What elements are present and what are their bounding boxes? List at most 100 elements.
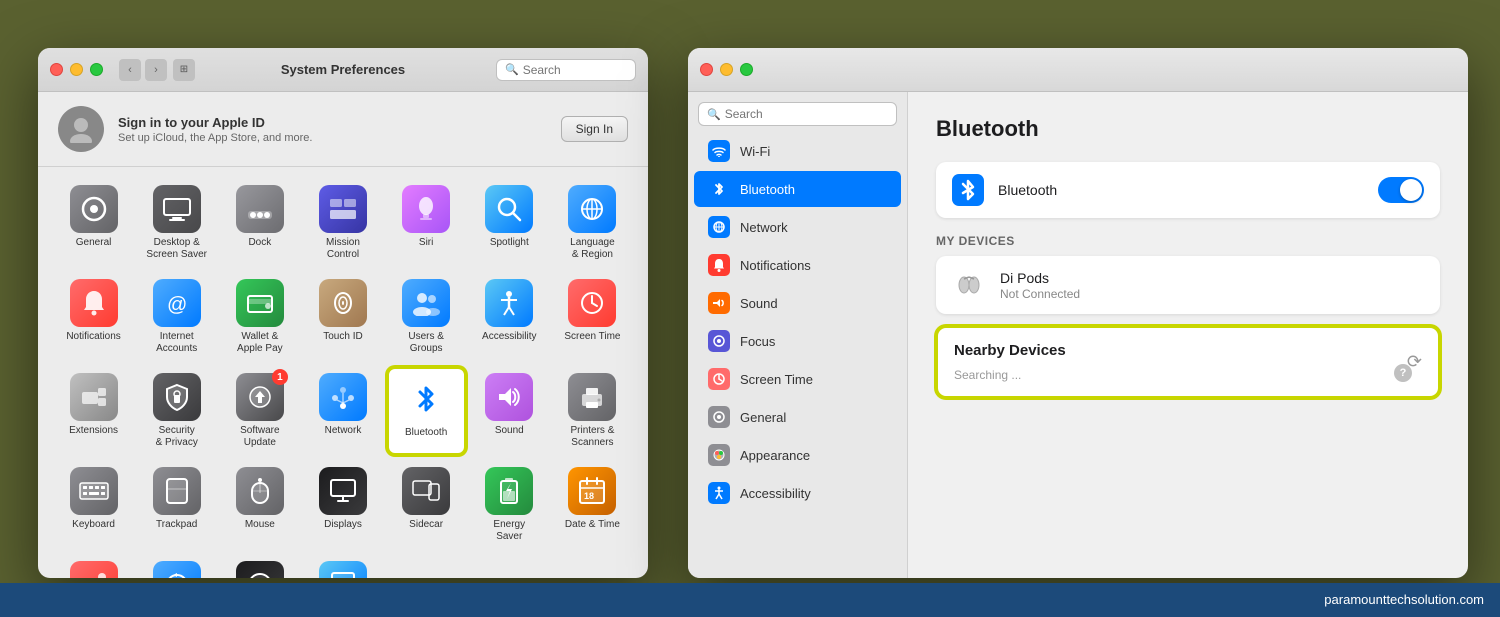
sidebar-item-screentime[interactable]: Screen Time (694, 361, 901, 397)
device-dipods-name: Di Pods (1000, 270, 1424, 286)
sidebar-bluetooth-label: Bluetooth (740, 182, 795, 197)
icon-energy[interactable]: EnergySaver (470, 461, 549, 549)
icon-bluetooth[interactable]: Bluetooth (387, 367, 466, 455)
sidebar-item-wifi[interactable]: Wi-Fi (694, 133, 901, 169)
maximize-button[interactable] (90, 63, 103, 76)
timemachine-icon-img (153, 561, 201, 578)
bt-main-title: Bluetooth (936, 116, 1440, 142)
access-label: Accessibility (482, 331, 536, 343)
icon-spotlight[interactable]: Spotlight (470, 179, 549, 267)
bluetooth-toggle[interactable] (1378, 177, 1424, 203)
icon-ext[interactable]: Extensions (54, 367, 133, 455)
signin-button[interactable]: Sign In (561, 116, 628, 142)
minimize-button[interactable] (70, 63, 83, 76)
icon-access[interactable]: Accessibility (470, 273, 549, 361)
icon-profiles[interactable]: Profiles (303, 555, 382, 578)
icon-mission[interactable]: MissionControl (303, 179, 382, 267)
icon-general[interactable]: General (54, 179, 133, 267)
device-row-dipods: Di Pods Not Connected (936, 256, 1440, 314)
bluetooth-icon-img (402, 375, 450, 423)
spotlight-icon-img (485, 185, 533, 233)
grid-view-button[interactable]: ⊞ (173, 59, 195, 81)
sound-icon-img (485, 373, 533, 421)
icon-startup[interactable]: StartupDisk (220, 555, 299, 578)
sidebar-item-appearance[interactable]: Appearance (694, 437, 901, 473)
signin-subtitle: Set up iCloud, the App Store, and more. (118, 132, 561, 144)
spotlight-label: Spotlight (490, 237, 529, 249)
sidebar-item-sound[interactable]: Sound (694, 285, 901, 321)
bt-minimize-button[interactable] (720, 63, 733, 76)
bt-titlebar (688, 48, 1468, 92)
sidebar-item-focus[interactable]: Focus (694, 323, 901, 359)
bt-search-input[interactable] (725, 107, 888, 121)
icon-language[interactable]: Language& Region (553, 179, 632, 267)
bt-toggle-row: Bluetooth (936, 162, 1440, 218)
forward-button[interactable]: › (145, 59, 167, 81)
bt-maximize-button[interactable] (740, 63, 753, 76)
network2-icon-img (319, 373, 367, 421)
system-preferences-window: ‹ › ⊞ System Preferences 🔍 Sign in to yo… (38, 48, 648, 578)
icon-screentime[interactable]: Screen Time (553, 273, 632, 361)
icon-notif[interactable]: Notifications (54, 273, 133, 361)
icon-wallet[interactable]: Wallet &Apple Pay (220, 273, 299, 361)
icon-trackpad[interactable]: Trackpad (137, 461, 216, 549)
icon-softupdate[interactable]: 1 SoftwareUpdate (220, 367, 299, 455)
icon-security[interactable]: Security& Privacy (137, 367, 216, 455)
bt-traffic-lights (700, 63, 753, 76)
sidebar-item-notifications[interactable]: Notifications (694, 247, 901, 283)
icon-network2[interactable]: Network (303, 367, 382, 455)
icon-displays[interactable]: Displays (303, 461, 382, 549)
general-sidebar-icon (708, 406, 730, 428)
icon-sharing[interactable]: Sharing (54, 555, 133, 578)
watermark-bar: paramounttechsolution.com (0, 583, 1500, 617)
printers-label: Printers &Scanners (570, 425, 614, 449)
sidebar-item-network[interactable]: Network (694, 209, 901, 245)
sidebar-wifi-label: Wi-Fi (740, 144, 770, 159)
icon-mouse[interactable]: Mouse (220, 461, 299, 549)
titlebar: ‹ › ⊞ System Preferences 🔍 (38, 48, 648, 92)
desktop-label: Desktop &Screen Saver (146, 237, 207, 261)
users-icon-img (402, 279, 450, 327)
icon-keyboard[interactable]: Keyboard (54, 461, 133, 549)
bt-sidebar-icon (708, 178, 730, 200)
icon-printers[interactable]: Printers &Scanners (553, 367, 632, 455)
internet-label: InternetAccounts (156, 331, 197, 355)
sidebar-item-accessibility[interactable]: Accessibility (694, 475, 901, 511)
sound-sidebar-icon (708, 292, 730, 314)
nearby-devices-title: Nearby Devices (954, 342, 1066, 359)
icon-sound[interactable]: Sound (470, 367, 549, 455)
icon-dock[interactable]: Dock (220, 179, 299, 267)
back-button[interactable]: ‹ (119, 59, 141, 81)
internet-icon-img: @ (153, 279, 201, 327)
trackpad-label: Trackpad (156, 519, 197, 531)
datetime-label: Date & Time (565, 519, 620, 531)
icon-desktop[interactable]: Desktop &Screen Saver (137, 179, 216, 267)
touch-icon-img (319, 279, 367, 327)
keyboard-label: Keyboard (72, 519, 115, 531)
icon-users[interactable]: Users &Groups (387, 273, 466, 361)
screentime-icon-img (568, 279, 616, 327)
bt-close-button[interactable] (700, 63, 713, 76)
mission-icon-img (319, 185, 367, 233)
sidebar-item-general[interactable]: General (694, 399, 901, 435)
ext-icon-img (70, 373, 118, 421)
icon-sidecar[interactable]: Sidecar (387, 461, 466, 549)
icon-internet[interactable]: @ InternetAccounts (137, 273, 216, 361)
icon-timemachine[interactable]: TimeMachine (137, 555, 216, 578)
help-button[interactable]: ? (1394, 364, 1412, 382)
language-icon-img (568, 185, 616, 233)
mission-label: MissionControl (326, 237, 360, 261)
search-input[interactable] (523, 63, 627, 77)
icon-touch[interactable]: Touch ID (303, 273, 382, 361)
icon-siri[interactable]: Siri (387, 179, 466, 267)
icon-datetime[interactable]: 18 Date & Time (553, 461, 632, 549)
search-bar[interactable]: 🔍 (496, 59, 636, 81)
wifi-icon (708, 140, 730, 162)
bt-search-container[interactable]: 🔍 (698, 102, 897, 126)
nearby-devices-section: Nearby Devices ⟳ Searching ... (936, 326, 1440, 398)
profiles-icon-img (319, 561, 367, 578)
sound-label: Sound (495, 425, 524, 437)
sidebar-item-bluetooth[interactable]: Bluetooth (694, 171, 901, 207)
close-button[interactable] (50, 63, 63, 76)
bt-toggle-label: Bluetooth (998, 182, 1378, 198)
